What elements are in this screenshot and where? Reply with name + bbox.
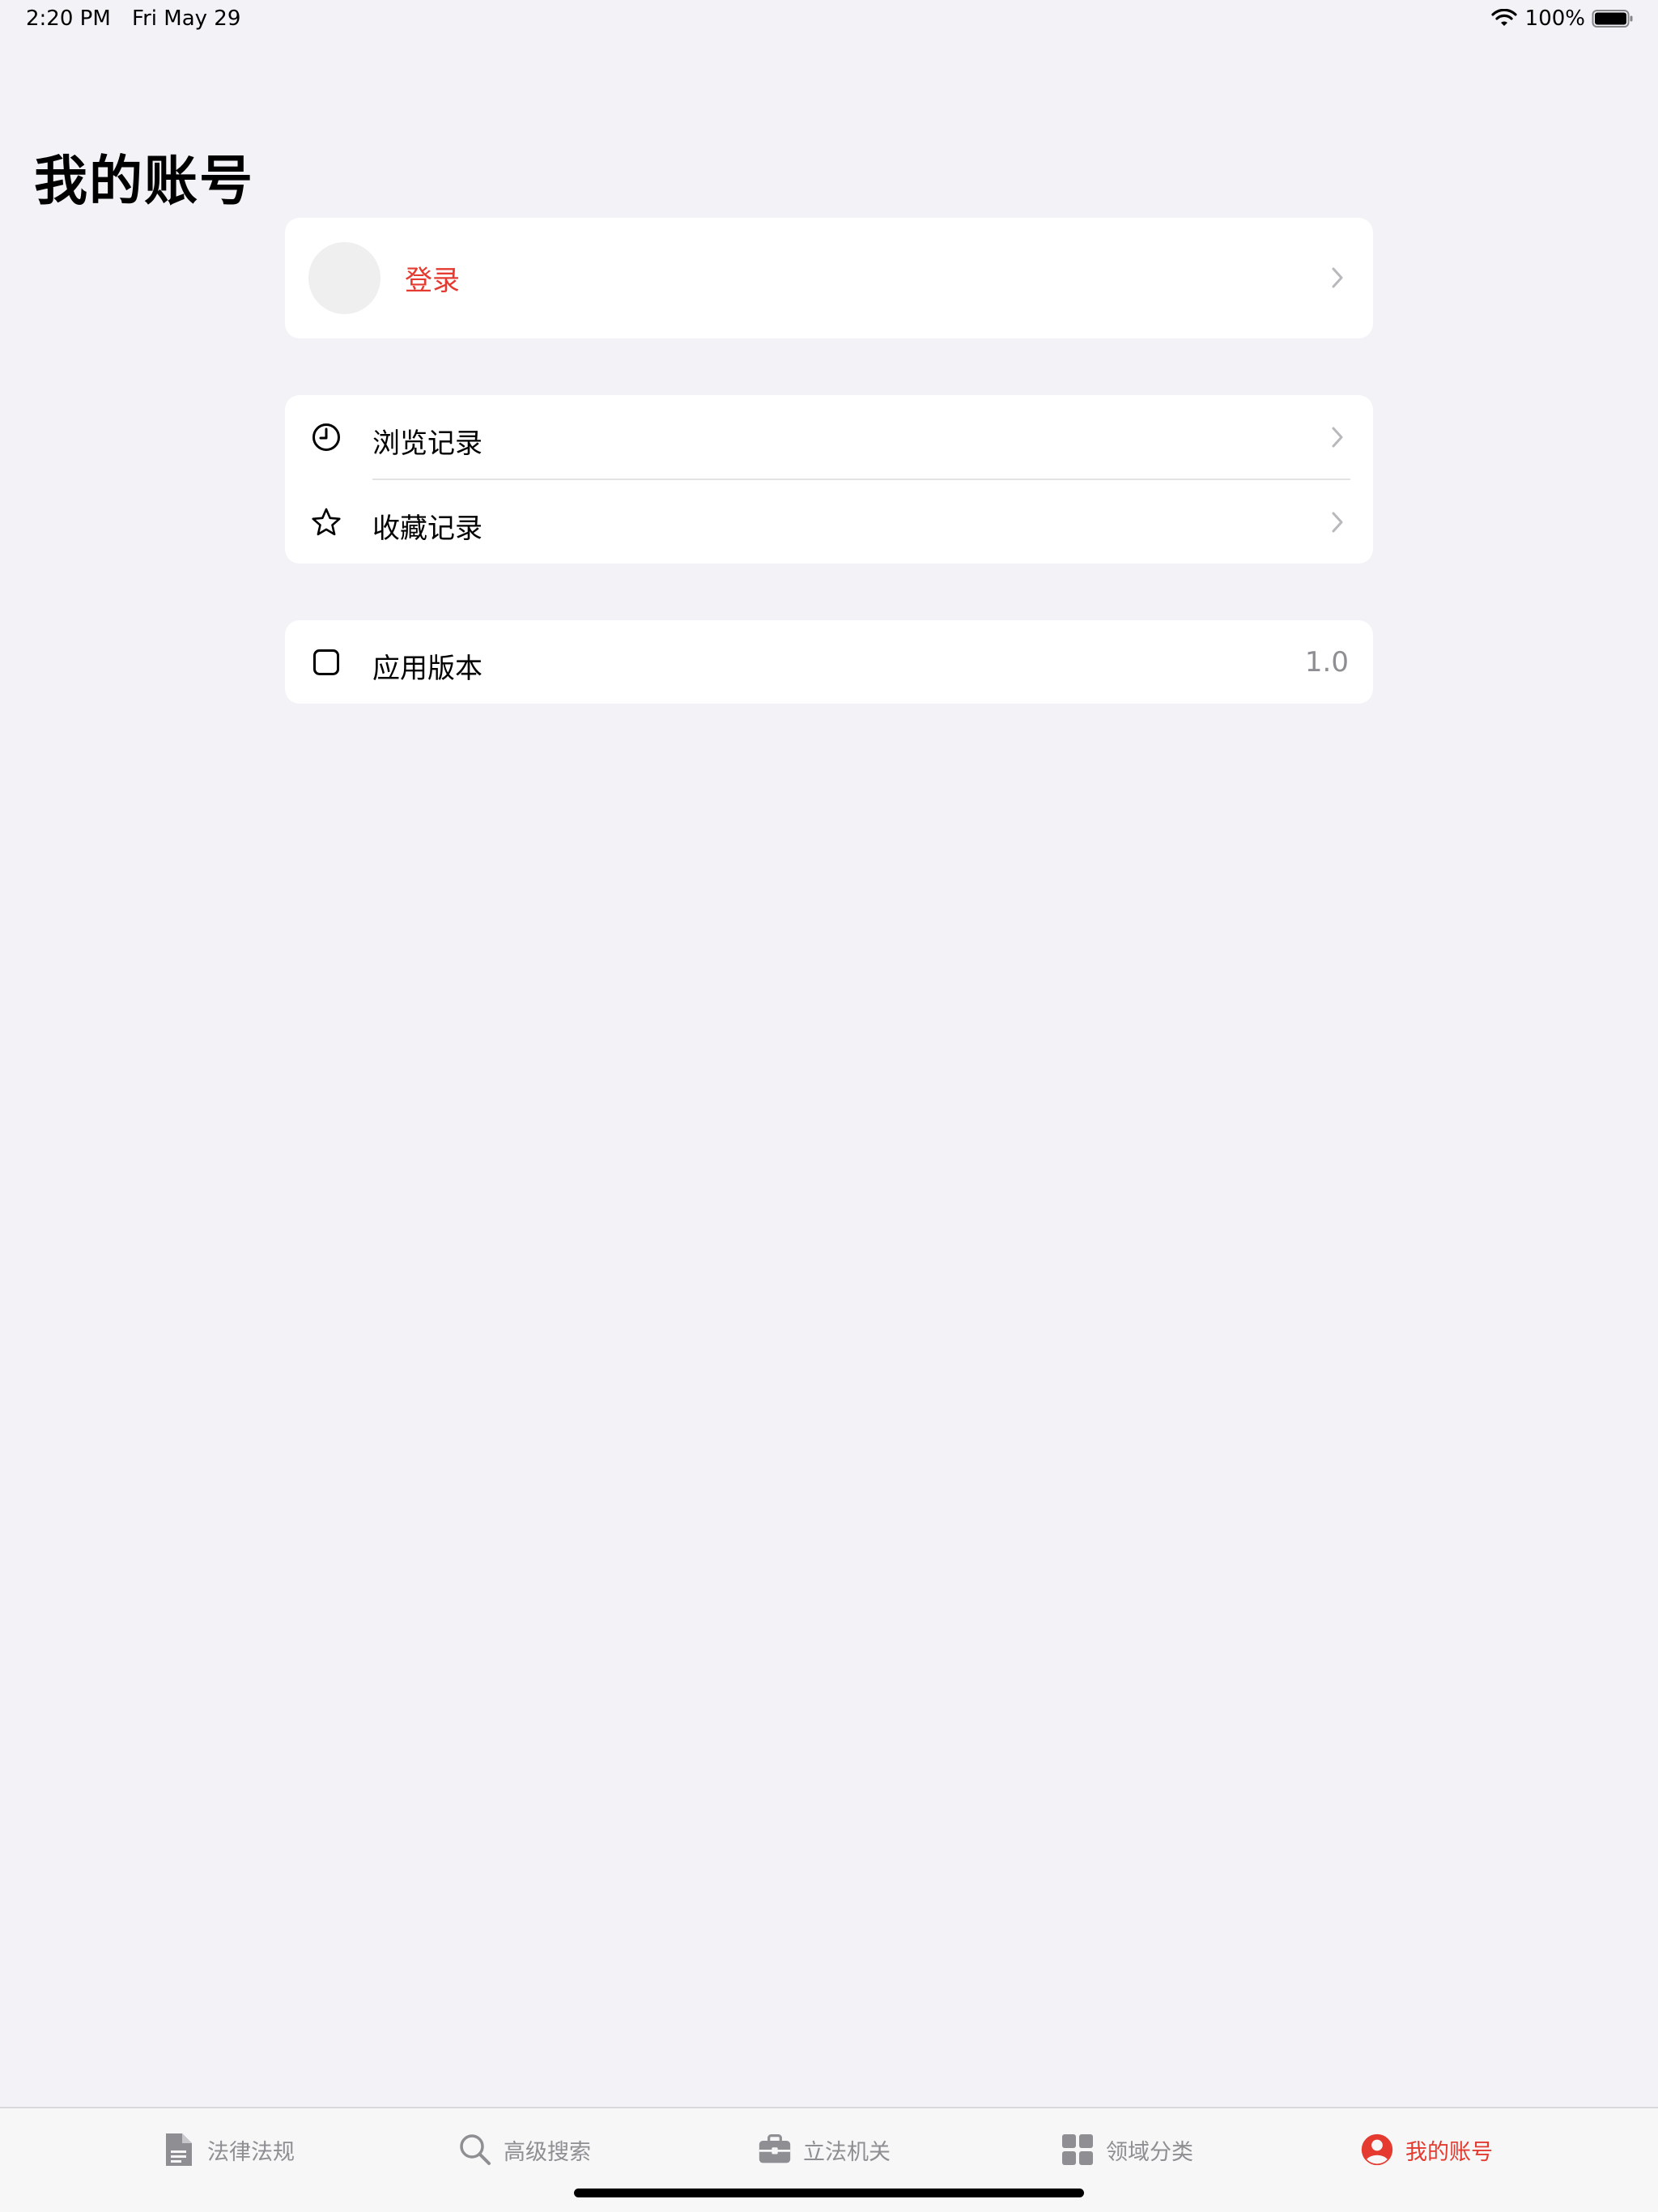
- search-icon: [460, 2134, 491, 2165]
- document-icon: [166, 2133, 192, 2166]
- wifi-icon: [1491, 9, 1517, 26]
- home-indicator: [574, 2189, 1084, 2197]
- tab-label: 我的账号: [1405, 2139, 1493, 2165]
- chevron-right-icon: [1332, 512, 1343, 533]
- login-row[interactable]: 登录: [285, 218, 1373, 338]
- star-icon: [312, 508, 341, 536]
- clock-icon: [312, 423, 340, 451]
- briefcase-icon: [759, 2134, 791, 2163]
- app-version-label: 应用版本: [372, 653, 483, 685]
- tab-domain-categories[interactable]: 领域分类: [1061, 2129, 1193, 2170]
- app-version-row: 应用版本 1.0: [285, 620, 1373, 704]
- tab-legislature[interactable]: 立法机关: [758, 2129, 891, 2170]
- app-version-value: 1.0: [1304, 646, 1349, 678]
- status-date: Fri May 29: [132, 6, 241, 31]
- login-label: 登录: [405, 265, 460, 297]
- chevron-right-icon: [1332, 427, 1343, 448]
- tab-label: 高级搜索: [504, 2139, 591, 2165]
- history-label: 浏览记录: [372, 428, 483, 460]
- battery-icon: [1592, 10, 1633, 28]
- tab-label: 领域分类: [1106, 2139, 1193, 2165]
- chevron-right-icon: [1332, 267, 1343, 288]
- records-group: 浏览记录 收藏记录: [285, 395, 1373, 564]
- avatar: [308, 242, 380, 314]
- battery-percent: 100%: [1524, 6, 1585, 31]
- grid-icon: [1062, 2134, 1093, 2165]
- page-title: 我的账号: [34, 150, 254, 212]
- person-circle-icon: [1361, 2133, 1393, 2166]
- favorites-row[interactable]: 收藏记录: [285, 480, 1373, 564]
- tab-label: 立法机关: [803, 2139, 891, 2165]
- history-row[interactable]: 浏览记录: [285, 395, 1373, 479]
- status-bar: 2:20 PM Fri May 29 100%: [0, 0, 1658, 39]
- tab-my-account[interactable]: 我的账号: [1360, 2129, 1493, 2170]
- account-screen: 2:20 PM Fri May 29 100% 我的账号 登录 浏览记录 收藏记…: [0, 0, 1658, 2212]
- app-square-icon: [313, 649, 339, 675]
- favorites-label: 收藏记录: [372, 513, 483, 545]
- status-time: 2:20 PM: [26, 6, 111, 31]
- tab-laws[interactable]: 法律法规: [162, 2129, 295, 2170]
- tab-advanced-search[interactable]: 高级搜索: [458, 2129, 591, 2170]
- tab-label: 法律法规: [207, 2139, 295, 2165]
